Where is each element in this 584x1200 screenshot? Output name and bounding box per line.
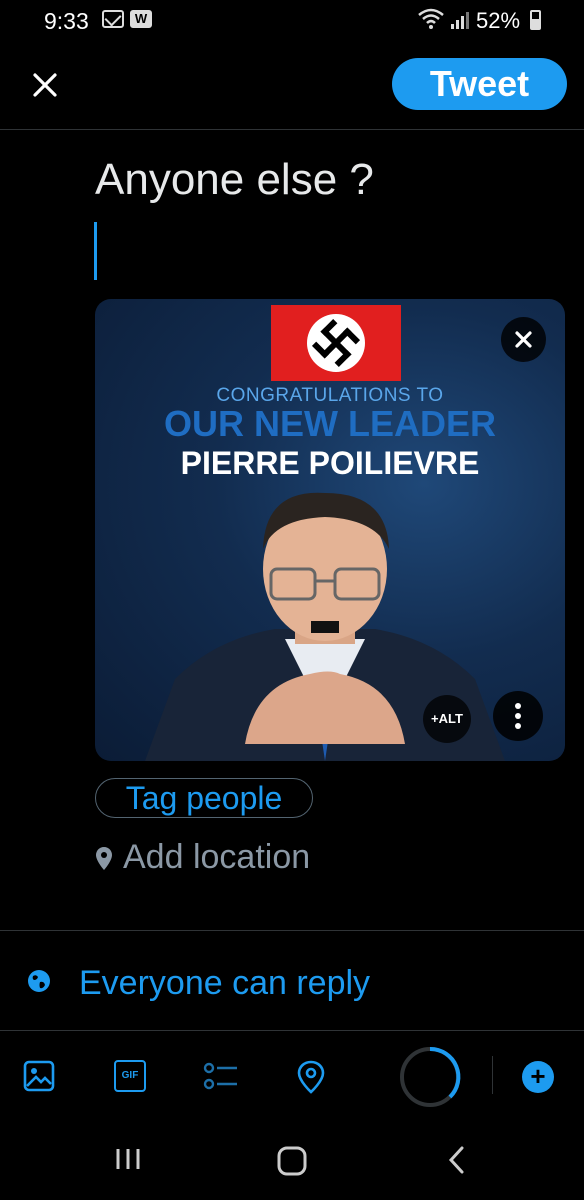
image-headline-large: OUR NEW LEADER [164, 403, 496, 444]
battery-icon [530, 10, 541, 30]
home-icon[interactable] [276, 1145, 308, 1177]
signal-icon [451, 12, 469, 29]
image-icon[interactable] [23, 1060, 55, 1092]
w-app-icon: W [130, 10, 152, 28]
close-icon [515, 331, 532, 348]
back-icon[interactable] [446, 1145, 468, 1175]
flag-graphic [271, 305, 401, 381]
divider [0, 930, 584, 931]
gif-icon[interactable]: GIF [114, 1060, 146, 1092]
reply-setting-label: Everyone can reply [79, 964, 371, 1002]
flag-emblem [311, 318, 361, 368]
add-alt-text-button[interactable]: +ALT [423, 695, 471, 743]
location-pin-icon [96, 847, 112, 870]
reply-setting-button[interactable]: Everyone can reply [0, 955, 584, 1015]
status-bar: 9:33 W 52% [0, 0, 584, 44]
close-icon[interactable] [26, 66, 64, 104]
toolbar-divider [492, 1056, 493, 1094]
add-thread-button[interactable]: + [522, 1061, 554, 1093]
status-time: 9:33 [44, 8, 89, 34]
tweet-button[interactable]: Tweet [392, 58, 567, 110]
remove-image-button[interactable] [501, 317, 546, 362]
divider [0, 1030, 584, 1031]
wifi-icon [418, 8, 444, 29]
location-icon[interactable] [297, 1060, 325, 1094]
character-count-ring [400, 1046, 461, 1107]
text-caret [94, 222, 97, 280]
poll-icon[interactable] [203, 1060, 239, 1092]
compose-text-input[interactable]: Anyone else ? [95, 155, 374, 205]
image-headline-name: PIERRE POILIEVRE [180, 445, 480, 481]
image-more-options-button[interactable] [493, 691, 543, 741]
attached-image[interactable]: CONGRATULATIONS TO OUR NEW LEADER PIERRE… [95, 299, 565, 761]
more-vertical-icon [515, 703, 521, 729]
tag-people-button[interactable]: Tag people [95, 778, 313, 818]
mail-icon [102, 10, 124, 28]
battery-percentage: 52% [476, 8, 521, 33]
recent-apps-icon[interactable] [114, 1145, 142, 1173]
globe-icon [28, 970, 50, 992]
add-location-label: Add location [123, 838, 311, 876]
header-divider [0, 129, 584, 130]
